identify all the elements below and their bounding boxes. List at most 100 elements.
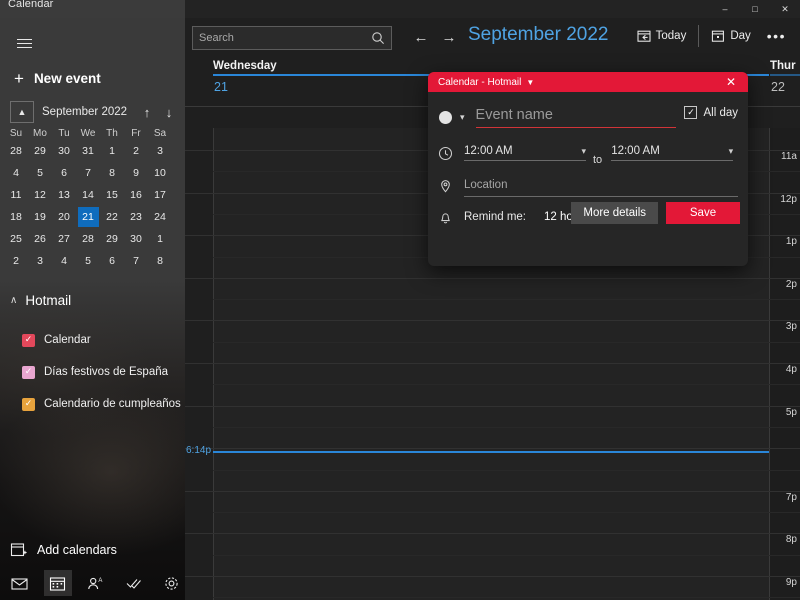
mini-calendar-day[interactable]: 3 bbox=[150, 141, 171, 161]
minimize-button[interactable]: – bbox=[710, 0, 740, 18]
mini-calendar-day[interactable]: 30 bbox=[126, 229, 147, 249]
mini-calendar-day[interactable]: 18 bbox=[6, 207, 27, 227]
page-title[interactable]: September 2022 bbox=[468, 24, 609, 46]
search-input[interactable] bbox=[199, 32, 371, 44]
mini-calendar-day[interactable]: 3 bbox=[30, 251, 51, 271]
event-name-row: ▾ ✓ All day bbox=[428, 92, 748, 136]
chevron-up-icon[interactable]: ▲ bbox=[10, 101, 34, 123]
mini-calendar-day[interactable]: 25 bbox=[6, 229, 27, 249]
end-time-value: 12:00 AM bbox=[611, 145, 660, 157]
hamburger-menu-button[interactable] bbox=[6, 28, 42, 58]
all-day-toggle[interactable]: ✓ All day bbox=[684, 106, 738, 119]
mini-calendar-day[interactable]: 8 bbox=[150, 251, 171, 271]
mini-calendar-day[interactable]: 9 bbox=[126, 163, 147, 183]
save-button[interactable]: Save bbox=[666, 202, 740, 224]
mini-calendar-title[interactable]: September 2022 bbox=[42, 106, 136, 118]
mini-calendar-day[interactable]: 12 bbox=[30, 185, 51, 205]
mini-calendar-day[interactable]: 31 bbox=[78, 141, 99, 161]
people-icon[interactable]: A bbox=[82, 570, 110, 596]
close-button[interactable]: ✕ bbox=[770, 0, 800, 18]
mini-calendar-day[interactable]: 16 bbox=[126, 185, 147, 205]
mini-calendar-day[interactable]: 22 bbox=[102, 207, 123, 227]
next-period-button[interactable]: → bbox=[438, 28, 460, 48]
calendar-list-item[interactable]: ✓ Días festivos de España bbox=[22, 356, 182, 388]
mini-calendar-day[interactable]: 26 bbox=[30, 229, 51, 249]
day-header-date-22[interactable]: 22 bbox=[771, 80, 785, 94]
reminder-label: Remind me: bbox=[464, 211, 526, 223]
dialog-close-button[interactable]: ✕ bbox=[718, 72, 744, 92]
mini-calendar-day[interactable]: 1 bbox=[150, 229, 171, 249]
calendar-list-item[interactable]: ✓ Calendar bbox=[22, 324, 182, 356]
day-header-date-21[interactable]: 21 bbox=[214, 80, 228, 94]
half-hour-line bbox=[213, 426, 800, 428]
mini-calendar-day[interactable]: 1 bbox=[102, 141, 123, 161]
mini-calendar-day[interactable]: 28 bbox=[78, 229, 99, 249]
todo-icon[interactable] bbox=[119, 570, 147, 596]
calendar-checkbox[interactable]: ✓ bbox=[22, 365, 35, 379]
previous-period-button[interactable]: ← bbox=[410, 28, 432, 48]
mini-calendar-day[interactable]: 5 bbox=[30, 163, 51, 183]
mini-calendar-day[interactable]: 7 bbox=[126, 251, 147, 271]
end-time-select[interactable]: 12:00 AM ▾ bbox=[611, 145, 734, 161]
prev-month-icon[interactable]: ↑ bbox=[136, 105, 158, 120]
today-icon bbox=[637, 29, 651, 43]
mail-icon[interactable] bbox=[6, 570, 34, 596]
mini-calendar-weeks: 28 29 30 31 1 2 3 4 5 6 7 8 9 10 11 12 13 14 15 16 17 18 19 20 2… bbox=[4, 141, 180, 271]
mini-calendar-day[interactable]: 17 bbox=[150, 185, 171, 205]
event-name-input[interactable] bbox=[475, 106, 676, 128]
mini-calendar-day[interactable]: 4 bbox=[6, 163, 27, 183]
start-time-select[interactable]: 12:00 AM ▾ bbox=[464, 145, 586, 161]
more-details-button[interactable]: More details bbox=[571, 202, 658, 224]
search-box[interactable] bbox=[192, 26, 392, 50]
mini-calendar-day[interactable]: 11 bbox=[6, 185, 27, 205]
next-month-icon[interactable]: ↓ bbox=[158, 105, 180, 120]
chevron-down-icon[interactable]: ▾ bbox=[460, 112, 465, 123]
mini-calendar-day[interactable]: 23 bbox=[126, 207, 147, 227]
new-event-dialog: Calendar - Hotmail ▼ ✕ ▾ ✓ All day bbox=[428, 72, 748, 266]
calendar-list-item[interactable]: ✓ Calendario de cumpleaños bbox=[22, 388, 182, 420]
dialog-header[interactable]: Calendar - Hotmail ▼ ✕ bbox=[428, 72, 748, 92]
mini-calendar-day[interactable]: 5 bbox=[78, 251, 99, 271]
search-icon[interactable] bbox=[371, 31, 385, 45]
circle-icon[interactable] bbox=[439, 110, 452, 124]
mini-calendar-day-selected[interactable]: 21 bbox=[77, 207, 99, 227]
mini-calendar-day[interactable]: 2 bbox=[6, 251, 27, 271]
account-group-hotmail[interactable]: ∧ Hotmail bbox=[10, 293, 71, 308]
mini-calendar-day[interactable]: 20 bbox=[54, 207, 75, 227]
mini-calendar-day[interactable]: 28 bbox=[6, 141, 27, 161]
mini-calendar-day[interactable]: 7 bbox=[78, 163, 99, 183]
svg-text:A: A bbox=[98, 578, 102, 584]
calendar-checkbox[interactable]: ✓ bbox=[22, 397, 35, 411]
mini-calendar-day[interactable]: 14 bbox=[78, 185, 99, 205]
mini-calendar-day[interactable]: 8 bbox=[102, 163, 123, 183]
calendar-list: ✓ Calendar ✓ Días festivos de España ✓ Calend… bbox=[22, 324, 182, 420]
mini-calendar-day[interactable]: 2 bbox=[126, 141, 147, 161]
chevron-down-icon: ▾ bbox=[728, 145, 734, 156]
mini-calendar-day[interactable]: 19 bbox=[30, 207, 51, 227]
location-input[interactable]: Location bbox=[464, 175, 738, 197]
half-hour-line bbox=[213, 299, 800, 301]
mini-calendar-day[interactable]: 4 bbox=[54, 251, 75, 271]
view-day-button[interactable]: Day bbox=[703, 25, 758, 47]
more-options-button[interactable]: ••• bbox=[759, 24, 794, 48]
new-event-button[interactable]: + New event bbox=[6, 64, 178, 92]
calendar-icon[interactable] bbox=[43, 570, 72, 596]
chevron-down-icon[interactable]: ▼ bbox=[526, 78, 534, 87]
add-calendars-button[interactable]: Add calendars bbox=[10, 541, 117, 558]
mini-calendar-day[interactable]: 6 bbox=[102, 251, 123, 271]
chevron-up-icon: ∧ bbox=[10, 295, 18, 306]
settings-icon[interactable] bbox=[157, 570, 185, 596]
mini-calendar-day[interactable]: 10 bbox=[150, 163, 171, 183]
today-button[interactable]: Today bbox=[629, 25, 695, 47]
mini-calendar-day[interactable]: 6 bbox=[54, 163, 75, 183]
mini-calendar-day[interactable]: 29 bbox=[102, 229, 123, 249]
mini-calendar-day[interactable]: 24 bbox=[150, 207, 171, 227]
mini-calendar-day[interactable]: 15 bbox=[102, 185, 123, 205]
mini-calendar-day[interactable]: 30 bbox=[54, 141, 75, 161]
maximize-button[interactable]: □ bbox=[740, 0, 770, 18]
calendar-checkbox[interactable]: ✓ bbox=[22, 333, 35, 347]
mini-calendar-day[interactable]: 27 bbox=[54, 229, 75, 249]
all-day-checkbox[interactable]: ✓ bbox=[684, 106, 698, 119]
mini-calendar-day[interactable]: 29 bbox=[30, 141, 51, 161]
mini-calendar-day[interactable]: 13 bbox=[54, 185, 75, 205]
